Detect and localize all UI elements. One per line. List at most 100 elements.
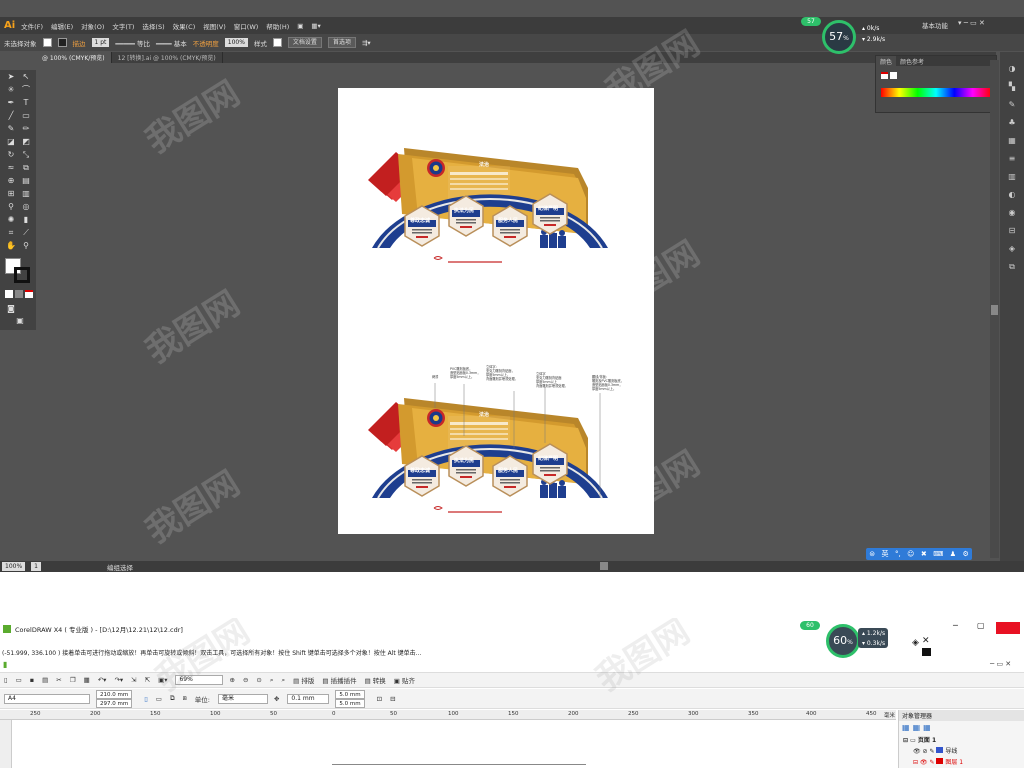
object-manager-panel[interactable]: 对象管理器 ▦ ▦ ▦ ⊟ ▭ 页面 1 👁 ⊘ ✎ 导线 ⊟ 👁 ✎ 图层 1 xyxy=(898,710,1024,768)
pen-icon[interactable]: ✒ xyxy=(5,98,17,108)
ime-skin-icon[interactable]: ♟ xyxy=(950,550,956,558)
print-icon[interactable]: ▤ xyxy=(42,676,48,684)
open-icon[interactable]: ▭ xyxy=(16,676,22,684)
menu-select[interactable]: 选择(S) xyxy=(142,21,164,31)
design-top[interactable]: 法治 尊政忠诚 执法为民 服务人民 纪律严明 xyxy=(367,147,609,263)
artboards-icon[interactable]: ⧉ xyxy=(1006,262,1018,271)
typeset-menu[interactable]: ▤ 排版 xyxy=(293,675,314,685)
layer-row-layer1[interactable]: ⊟ 👁 ✎ 图层 1 xyxy=(899,756,1024,767)
draw-mode-icon[interactable]: ◙ xyxy=(5,304,17,314)
treat-as-filled-icon[interactable]: ⊟ xyxy=(390,695,395,703)
all-pages-icon[interactable]: ⧉ xyxy=(170,694,175,703)
launcher-icon[interactable]: ▣▾ xyxy=(158,676,167,684)
layer-manager-view-icon[interactable]: ▦ xyxy=(923,723,931,732)
free-transform-icon[interactable]: ⧉ xyxy=(20,163,32,173)
preferences-button[interactable]: 首选项 xyxy=(327,37,356,48)
perspective-icon[interactable]: ▤ xyxy=(20,176,32,186)
eraser-icon[interactable]: ◩ xyxy=(20,137,32,147)
vertical-scrollbar[interactable] xyxy=(990,60,999,558)
copy-icon[interactable]: ❐ xyxy=(70,676,76,684)
align-panel-icon[interactable]: ⊟ xyxy=(1006,226,1018,235)
menu-file[interactable]: 文件(F) xyxy=(21,21,43,31)
zoom-field[interactable]: 100% xyxy=(2,562,26,571)
stroke-label[interactable]: 描边 xyxy=(73,38,86,48)
window-controls[interactable]: ▾ ─ ▭ ✕ xyxy=(958,19,985,27)
zoom-icon[interactable]: ⚲ xyxy=(20,241,32,251)
convert-menu[interactable]: ▤ 转换 xyxy=(365,675,386,685)
artboard[interactable]: 法治 尊政忠诚 执法为民 服务人民 纪律严明 法治 尊政忠诚 执法为民 服务人民… xyxy=(338,88,654,534)
document-setup-button[interactable]: 文档设置 xyxy=(287,37,322,48)
artboard-nav-field[interactable]: 1 xyxy=(31,562,41,571)
zoom-level-field[interactable]: 69% xyxy=(175,675,224,685)
zoom-page-icon[interactable]: ⌕ xyxy=(270,676,274,685)
cd-doc-window-controls[interactable]: ─ ▭ ✕ xyxy=(990,660,1011,668)
ime-keyboard-icon[interactable]: ⌨ xyxy=(933,550,943,558)
units-select[interactable]: 毫米 xyxy=(217,693,268,704)
export-icon[interactable]: ⇱ xyxy=(145,676,150,684)
tab-color-guide[interactable]: 颜色参考 xyxy=(896,56,928,66)
paste-icon[interactable]: ▦ xyxy=(84,676,90,684)
shape-builder-icon[interactable]: ⊕ xyxy=(5,176,17,186)
hscroll-thumb[interactable] xyxy=(600,562,608,570)
import-icon[interactable]: ⇲ xyxy=(131,676,136,684)
ime-toolbar[interactable]: ⊜ 英 °, ☺ ✖ ⌨ ♟ ⚙ xyxy=(866,548,972,560)
stroke-icon[interactable]: ≡ xyxy=(1006,154,1018,163)
slice-icon[interactable]: ⟋ xyxy=(20,228,32,238)
graphic-styles-icon[interactable]: ▦ xyxy=(1006,136,1018,145)
warp-icon[interactable]: ≈ xyxy=(5,163,17,173)
blob-icon[interactable]: ◪ xyxy=(5,137,17,147)
workspace-switcher[interactable]: 基本功能 xyxy=(922,20,948,30)
ime-tools-icon[interactable]: ✖ xyxy=(921,550,927,558)
design-bottom[interactable]: 法治 尊政忠诚 执法为民 服务人民 纪律严明 xyxy=(367,397,609,513)
page-height-field[interactable]: 297.0 mm xyxy=(96,698,133,708)
layer-row-guides[interactable]: 👁 ⊘ ✎ 导线 xyxy=(899,745,1024,756)
color-panel[interactable]: 颜色 颜色参考 xyxy=(875,55,997,113)
tab-document-2[interactable]: 12 [转换].ai @ 100% (CMYK/预览) xyxy=(112,52,223,63)
zoom-out-icon[interactable]: ⊖ xyxy=(243,676,248,684)
appearance-icon[interactable]: ◉ xyxy=(1006,208,1018,217)
duplicate-x-field[interactable]: 5.0 mm xyxy=(335,689,365,699)
cut-icon[interactable]: ✂ xyxy=(56,676,61,684)
layers-icon[interactable]: ◈ xyxy=(1006,244,1018,253)
brushes-icon[interactable]: ✎ xyxy=(1006,100,1018,109)
ime-settings-icon[interactable]: ⚙ xyxy=(962,550,968,558)
type-icon[interactable]: T xyxy=(20,98,32,108)
cd-close-button[interactable] xyxy=(996,622,1020,634)
edit-across-layers-icon[interactable]: ▦ xyxy=(913,723,921,732)
menu-edit[interactable]: 编辑(E) xyxy=(51,21,73,31)
stroke-color-box[interactable] xyxy=(14,267,30,283)
show-properties-icon[interactable]: ▦ xyxy=(902,723,910,732)
line-icon[interactable]: ╱ xyxy=(5,111,17,121)
screen-mode-icon[interactable]: ▣ xyxy=(14,316,26,326)
lasso-icon[interactable]: ⌒ xyxy=(20,85,32,95)
pencil-icon[interactable]: ✏ xyxy=(20,124,32,134)
cd-minimize-icon[interactable]: ─ xyxy=(953,621,958,630)
nudge-field[interactable]: 0.1 mm xyxy=(287,693,330,704)
color-mode-icon[interactable] xyxy=(5,290,13,298)
page-width-field[interactable]: 210.0 mm xyxy=(96,689,133,699)
magic-wand-icon[interactable]: ✳ xyxy=(5,85,17,95)
no-fill-icon[interactable]: ✕ xyxy=(922,636,930,646)
scale-icon[interactable]: ⤡ xyxy=(20,150,32,160)
gradient-panel-icon[interactable]: ▥ xyxy=(1006,172,1018,181)
object-page-row[interactable]: ⊟ ▭ 页面 1 xyxy=(899,734,1024,745)
brush-select[interactable]: ━━━━ 基本 xyxy=(156,38,187,48)
ime-language[interactable]: 英 xyxy=(882,549,889,559)
hand-icon[interactable]: ✋ xyxy=(5,241,17,251)
undo-icon[interactable]: ↶▾ xyxy=(98,676,107,684)
zoom-fit-icon[interactable]: ⊙ xyxy=(256,676,261,684)
menu-view[interactable]: 视图(V) xyxy=(203,21,226,31)
save-icon[interactable]: ▪ xyxy=(30,676,34,684)
none-mode-icon[interactable] xyxy=(25,290,33,298)
network-gauge[interactable]: 57% xyxy=(822,20,856,54)
stroke-swatch[interactable] xyxy=(57,38,67,47)
align-icon[interactable]: ⇶▾ xyxy=(362,39,371,47)
rectangle-icon[interactable]: ▭ xyxy=(20,111,32,121)
mesh-icon[interactable]: ⊞ xyxy=(5,189,17,199)
snap-menu[interactable]: ▣ 贴齐 xyxy=(394,675,415,685)
bridge-icon[interactable]: ▣ xyxy=(297,22,303,30)
direct-select-icon[interactable]: ↖ xyxy=(20,72,32,82)
fill-swatch[interactable] xyxy=(42,38,52,47)
style-swatch[interactable] xyxy=(272,38,282,47)
artboard-icon[interactable]: ⌗ xyxy=(5,228,17,238)
